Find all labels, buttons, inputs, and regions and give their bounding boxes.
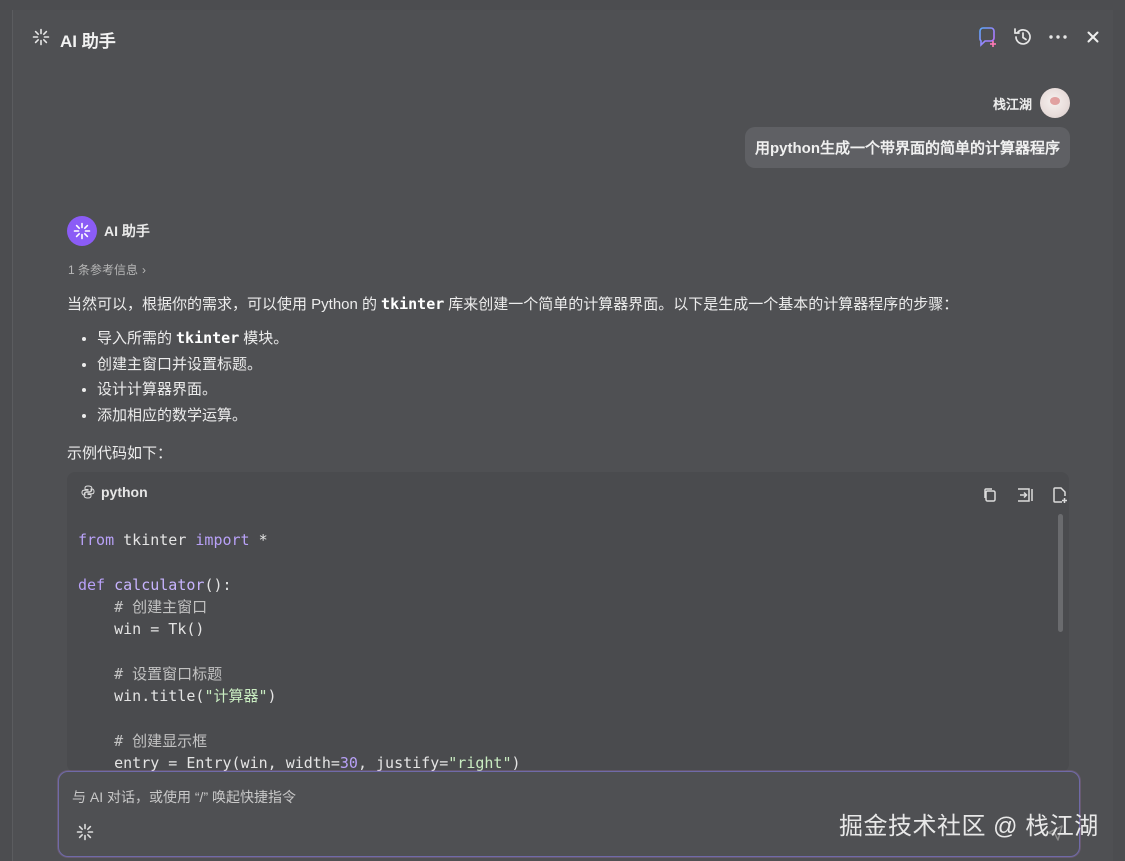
code-line: win = Tk(): [114, 620, 205, 639]
code-text: tkinter: [114, 531, 196, 549]
code-text: , justify=: [357, 753, 449, 772]
code-language: python: [81, 484, 148, 500]
sparkle-icon: [32, 28, 50, 46]
code-keyword: from: [78, 531, 115, 549]
assistant-avatar: [67, 216, 97, 246]
code-text: win.title(: [114, 687, 205, 706]
code-language-label: python: [101, 484, 148, 500]
watermark: 掘金技术社区 @ 栈江湖: [839, 813, 1099, 840]
user-message-bubble: 用python生成一个带界面的简单的计算器程序: [745, 127, 1070, 168]
copy-icon[interactable]: [981, 486, 999, 504]
history-icon[interactable]: [1012, 26, 1034, 48]
code-function: calculator: [114, 575, 205, 594]
list-item: 创建主窗口并设置标题。: [97, 352, 288, 378]
code-line: entry = Entry(win, width=30, justify="ri…: [114, 754, 520, 772]
intro-text-before: 当然可以，根据你的需求，可以使用 Python 的: [67, 296, 378, 313]
code-comment: # 创建显示框: [114, 731, 208, 750]
code-string: "right": [448, 753, 512, 772]
ai-assistant-panel: AI 助手 栈江湖 用python生成一个带界面的简单的计算器程序 AI 助手 …: [12, 10, 1113, 861]
steps-list: 导入所需的tkinter模块。 创建主窗口并设置标题。 设计计算器界面。 添加相…: [67, 326, 288, 428]
list-item: 导入所需的tkinter模块。: [97, 326, 288, 352]
user-name: 栈江湖: [992, 96, 1032, 112]
inline-code: tkinter: [381, 295, 445, 313]
step-text: 模块。: [243, 330, 289, 347]
code-line: win.title("计算器"): [114, 687, 276, 705]
panel-title: AI 助手: [60, 32, 116, 51]
code-text: *: [249, 531, 268, 549]
sparkle-icon: [73, 222, 91, 240]
code-block: python from tkinter import * def calcula…: [67, 472, 1069, 772]
user-header: 栈江湖: [993, 88, 1070, 118]
code-keyword: import: [195, 531, 250, 549]
references-toggle[interactable]: 1 条参考信息 ›: [68, 261, 146, 278]
code-string: "计算器": [204, 687, 268, 706]
code-number: 30: [339, 753, 358, 772]
example-label: 示例代码如下：: [67, 445, 173, 462]
close-icon[interactable]: [1082, 26, 1104, 48]
list-item: 设计计算器界面。: [97, 377, 288, 403]
top-bar: AI 助手: [13, 10, 1113, 62]
inline-code: tkinter: [176, 329, 240, 347]
new-file-icon[interactable]: [1051, 486, 1069, 504]
assistant-intro: 当然可以，根据你的需求，可以使用 Python 的 tkinter 库来创建一个简单…: [67, 293, 958, 314]
code-text: ): [511, 753, 521, 772]
avatar: [1040, 88, 1070, 118]
assistant-header: AI 助手: [67, 216, 150, 246]
code-text: ():: [204, 575, 232, 594]
intro-text-after: 库来创建一个简单的计算器界面。以下是生成一个基本的计算器程序的步骤：: [448, 296, 959, 313]
assistant-name: AI 助手: [104, 223, 150, 239]
list-item: 添加相应的数学运算。: [97, 403, 288, 429]
code-content: from tkinter import * def calculator(): …: [78, 529, 521, 772]
code-text: entry = Entry(win, width=: [114, 753, 340, 772]
python-icon: [81, 485, 95, 499]
references-label: 1 条参考信息: [68, 263, 139, 277]
code-keyword: def: [78, 575, 106, 594]
chevron-right-icon: ›: [142, 263, 147, 277]
code-line: def calculator():: [78, 576, 232, 594]
code-scrollbar[interactable]: [1058, 514, 1063, 632]
sparkle-icon[interactable]: [76, 823, 94, 841]
step-text: 导入所需的: [97, 330, 173, 347]
more-icon[interactable]: [1047, 26, 1069, 48]
chat-input-placeholder: 与 AI 对话，或使用 “/” 唤起快捷指令: [72, 789, 296, 805]
code-comment: # 设置窗口标题: [114, 664, 223, 683]
code-comment: # 创建主窗口: [114, 597, 208, 616]
code-text: ): [267, 687, 277, 706]
insert-icon[interactable]: [1016, 486, 1034, 504]
code-line: from tkinter import *: [78, 531, 268, 549]
new-chat-icon[interactable]: [976, 26, 998, 48]
